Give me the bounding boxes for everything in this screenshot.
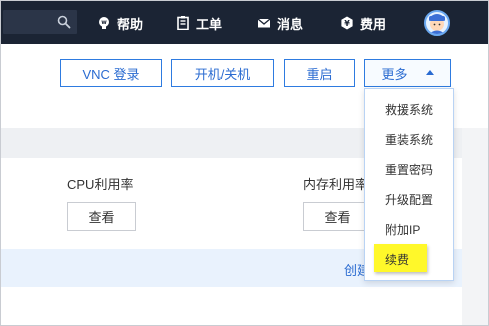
nav-tickets[interactable]: 工单 [176,13,222,33]
vnc-login-label: VNC 登录 [82,66,140,82]
cpu-usage-label: CPU利用率 [67,177,134,192]
mail-icon [257,18,271,28]
restart-label: 重启 [306,66,333,82]
power-label: 开机/关机 [194,66,251,82]
vnc-login-button[interactable]: VNC 登录 [60,59,162,87]
menu-item-attach-ip[interactable]: 附加IP [385,221,420,238]
side-strip [462,128,488,325]
menu-item-reset-password[interactable]: 重置密码 [385,161,433,178]
power-button[interactable]: 开机/关机 [171,59,274,87]
nav-messages[interactable]: 消息 [257,13,303,33]
menu-item-renew[interactable]: 续费 [385,251,409,268]
ticket-icon [177,16,189,30]
chevron-up-icon [425,70,434,75]
help-icon: w [99,17,109,29]
cpu-view-button[interactable]: 查看 [67,202,136,231]
nav-messages-label: 消息 [277,16,304,32]
memory-usage-label: 内存利用率 [303,177,369,192]
nav-tickets-label: 工单 [196,16,223,32]
top-nav-bar: w 帮助 工单 消息 ¥ 费用 [1,1,488,44]
memory-view-label: 查看 [324,210,351,225]
nav-help-label: 帮助 [117,16,144,32]
console-window: w 帮助 工单 消息 ¥ 费用 VNC 登录 开机/关机 重启 更多 CPU利用… [0,0,489,326]
user-avatar-icon [429,14,445,34]
memory-view-button[interactable]: 查看 [303,202,372,231]
nav-billing[interactable]: ¥ 费用 [340,13,386,33]
search-icon[interactable] [57,15,71,29]
cpu-view-label: 查看 [88,210,115,225]
billing-icon: ¥ [341,16,353,30]
nav-billing-label: 费用 [360,16,387,32]
more-label: 更多 [381,66,408,82]
menu-item-upgrade-config[interactable]: 升级配置 [385,191,433,208]
avatar[interactable] [424,10,450,36]
nav-help[interactable]: w 帮助 [97,13,143,33]
more-dropdown-menu: 救援系统 重装系统 重置密码 升级配置 附加IP 续费 [364,88,454,281]
svg-text:¥: ¥ [344,19,350,28]
svg-text:w: w [101,19,107,26]
menu-item-rescue-system[interactable]: 救援系统 [385,101,433,118]
search-box[interactable] [3,10,77,34]
menu-item-reinstall-system[interactable]: 重装系统 [385,131,433,148]
restart-button[interactable]: 重启 [284,59,355,87]
more-dropdown-button[interactable]: 更多 [364,59,451,87]
